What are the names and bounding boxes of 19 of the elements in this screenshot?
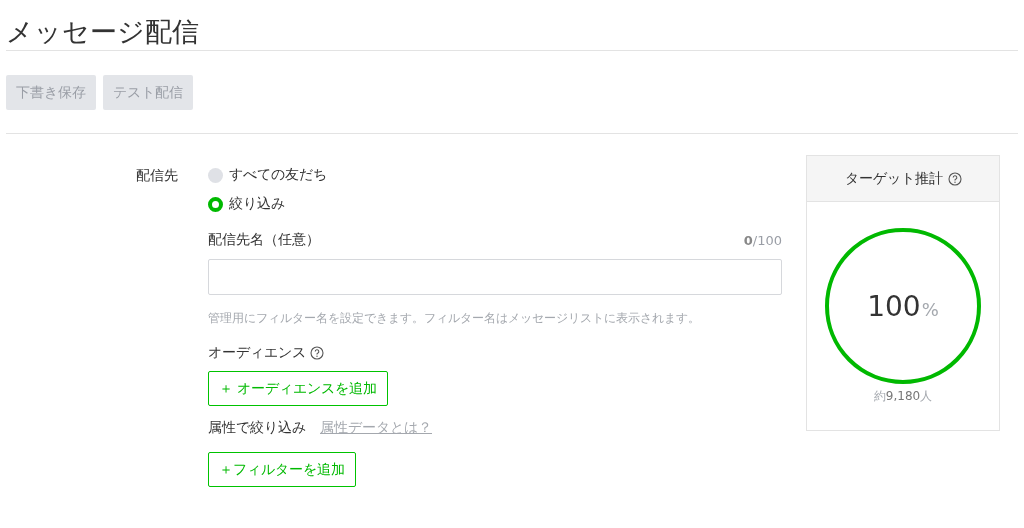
hint-text: 管理用にフィルター名を設定できます。フィルター名はメッセージリストに表示されます。 [208,310,701,327]
people-count: 約9,180人 [873,388,933,405]
help-link[interactable]: 属性データとは？ [320,419,432,437]
add-audience-button[interactable]: ＋ オーディエンスを追加 [208,371,389,406]
card-title: ターゲット推計 [844,169,943,188]
name-input-field[interactable] [208,259,782,295]
field-label: 配信先名（任意） [208,231,320,249]
percentage-unit: % [921,297,939,320]
radio-option[interactable]: 絞り込み [208,194,782,214]
radio-option[interactable]: すべての友だち [208,165,782,185]
field-label: 配信先 [136,166,178,185]
help-icon[interactable] [310,346,324,360]
help-icon[interactable] [947,171,962,186]
percentage-value: 100 [867,289,921,323]
character-counter: 0/100 [743,232,782,248]
section-label: 属性で絞り込み [208,419,306,437]
add-filter-button[interactable]: ＋フィルターを追加 [208,452,356,487]
page-title: メッセージ配信 [6,15,200,49]
section-label: オーディエンス [208,344,306,362]
